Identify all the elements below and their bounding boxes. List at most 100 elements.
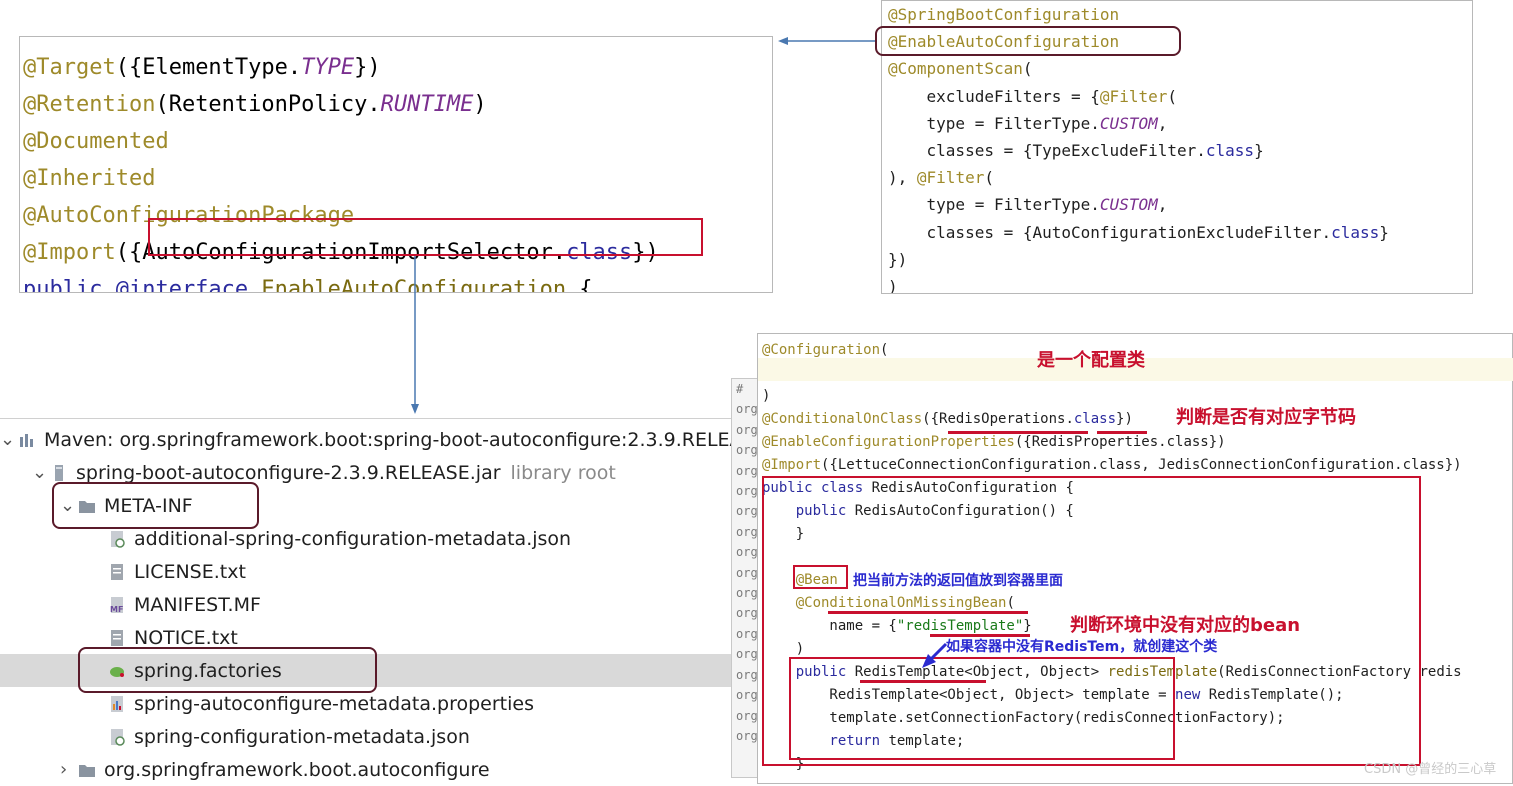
code-token: @Import (762, 457, 822, 473)
springboot_panel-line: @ComponentScan( (888, 55, 1472, 82)
code-token: ({LettuceConnectionConfiguration.class, … (821, 457, 1462, 473)
tree-item-label: LICENSE.txt (134, 560, 246, 583)
code-token: classes = {AutoConfigurationExcludeFilte… (888, 222, 1332, 242)
arrowhead-left (778, 37, 788, 45)
springboot_panel-line: type = FilterType.CUSTOM, (888, 110, 1472, 137)
code-token: ), (888, 168, 917, 188)
code-token: @Target (23, 55, 116, 80)
code-token: ({RedisProperties.class}) (1014, 434, 1226, 450)
code-token: }) (354, 55, 381, 80)
tree-item-label: spring-boot-autoconfigure-2.3.9.RELEASE.… (76, 461, 501, 484)
code-token: } (1379, 222, 1389, 242)
springboot_panel-line: @SpringBootConfiguration (888, 1, 1472, 28)
watermark: CSDN @曾经的三心草 (1364, 762, 1497, 777)
project-tree: ⌄ Maven: org.springframework.boot:spring-… (0, 418, 767, 786)
redis-template-method-highlight (789, 657, 1175, 760)
code-token: ) (473, 92, 487, 117)
jar-icon (50, 464, 68, 482)
springboot_panel-line: ) (888, 273, 1472, 294)
chevron-down-icon[interactable]: ⌄ (32, 462, 47, 483)
code-token: CUSTOM (1099, 195, 1158, 215)
code-token: ({RedisOperations. (922, 411, 1074, 427)
svg-text:MF: MF (110, 605, 123, 614)
code-token: }) (1116, 411, 1133, 427)
code-token: class (1331, 222, 1380, 242)
code-token: ({ElementType. (115, 55, 302, 80)
properties-file-icon (108, 695, 126, 713)
code-token: ( (1022, 59, 1033, 79)
code-token: EnableAutoConfiguration (261, 277, 567, 293)
tree-item-label: spring-autoconfigure-metadata.properties (134, 692, 534, 715)
note-put-into-container: 把当前方法的返回值放到容器里面 (853, 573, 1063, 589)
tree-item[interactable]: LICENSE.txt (0, 555, 760, 588)
code-token: @EnableConfigurationProperties (762, 434, 1015, 450)
enable_auto_panel-line: @Documented (23, 123, 772, 160)
json-file-icon (108, 728, 126, 746)
code-token: TYPE (301, 55, 355, 80)
redis_panel-line: ) (762, 385, 1512, 408)
text-file-icon (108, 563, 126, 581)
spring-factories-highlight (78, 647, 377, 693)
code-token: @Filter (1099, 86, 1168, 106)
code-token: } (1254, 141, 1264, 161)
code-token: public @interface (23, 277, 262, 293)
code-token: classes = {TypeExcludeFilter. (888, 141, 1206, 161)
tree-item[interactable]: MF MANIFEST.MF (0, 588, 760, 621)
code-token: ( (1167, 86, 1177, 106)
code-token: type = FilterType. (888, 113, 1100, 133)
blue-pointer-arrow (922, 642, 948, 668)
underline-redis-operations (948, 431, 1088, 434)
code-token: ( (984, 168, 994, 188)
code-token: (RetentionPolicy. (155, 92, 381, 117)
tree-item-label: spring-configuration-metadata.json (134, 725, 470, 748)
note-create-if-missing: 如果容器中没有RedisTem，就创建这个类 (946, 639, 1218, 655)
code-token: CUSTOM (1099, 113, 1158, 133)
code-token: @Import (23, 240, 116, 265)
springboot_panel-line: ), @Filter( (888, 164, 1472, 191)
underline-return-type (860, 680, 986, 683)
code-token: class (1073, 411, 1117, 427)
chevron-down-icon[interactable]: ⌄ (0, 429, 15, 450)
code-token: @Documented (23, 129, 169, 154)
code-token: RUNTIME (380, 92, 474, 117)
enable_auto_panel-line: @Inherited (23, 160, 772, 197)
enable_auto_panel-line: public @interface EnableAutoConfiguratio… (23, 271, 772, 293)
enable_auto_panel-line: @Target({ElementType.TYPE}) (23, 49, 772, 86)
code-token: type = FilterType. (888, 195, 1100, 215)
tree-item[interactable]: › org.springframework.boot.autoconfigure (0, 753, 760, 786)
code-token: @Configuration (762, 342, 881, 358)
text-file-icon (108, 629, 126, 647)
code-token: class (1205, 141, 1255, 161)
underline-conditional (828, 611, 1028, 614)
springboot_panel-line: classes = {AutoConfigurationExcludeFilte… (888, 219, 1472, 246)
chevron-right-icon[interactable]: › (60, 759, 67, 780)
arrowhead-down (411, 404, 419, 414)
code-token: , (1157, 113, 1168, 133)
code-token: ) (762, 388, 771, 404)
tree-item[interactable]: spring-configuration-metadata.json (0, 720, 760, 753)
code-token: ( (880, 342, 889, 358)
redis_panel-line: @ConditionalOnClass({RedisOperations.cla… (762, 408, 1512, 431)
underline-class (1097, 431, 1147, 434)
code-token: @Inherited (23, 166, 156, 191)
code-token: { (566, 277, 593, 293)
tree-item-label: NOTICE.txt (134, 626, 238, 649)
folder-icon (78, 761, 96, 779)
note-missing-bean: 判断环境中没有对应的bean (1070, 615, 1301, 636)
code-token: excludeFilters = { (888, 86, 1100, 106)
code-token: , (1157, 195, 1168, 215)
code-token: @Retention (23, 92, 156, 117)
springboot_panel-line: classes = {TypeExcludeFilter.class} (888, 137, 1472, 164)
bean-annotation-highlight (793, 565, 848, 589)
json-file-icon (108, 530, 126, 548)
springboot_panel-line: }) (888, 246, 1472, 273)
enable-auto-configuration-highlight (875, 26, 1181, 56)
code-token: @SpringBootConfiguration (888, 5, 1120, 24)
tree-item-label: additional-spring-configuration-metadata… (134, 527, 572, 550)
code-token: ) (888, 277, 898, 294)
tree-item[interactable]: ⌄ Maven: org.springframework.boot:spring-… (0, 423, 767, 456)
redis_panel-line: @Import({LettuceConnectionConfiguration.… (762, 454, 1512, 477)
springboot_panel-line: excludeFilters = {@Filter( (888, 83, 1472, 110)
code-token: @ConditionalOnClass (762, 411, 923, 427)
library-icon (18, 431, 36, 449)
